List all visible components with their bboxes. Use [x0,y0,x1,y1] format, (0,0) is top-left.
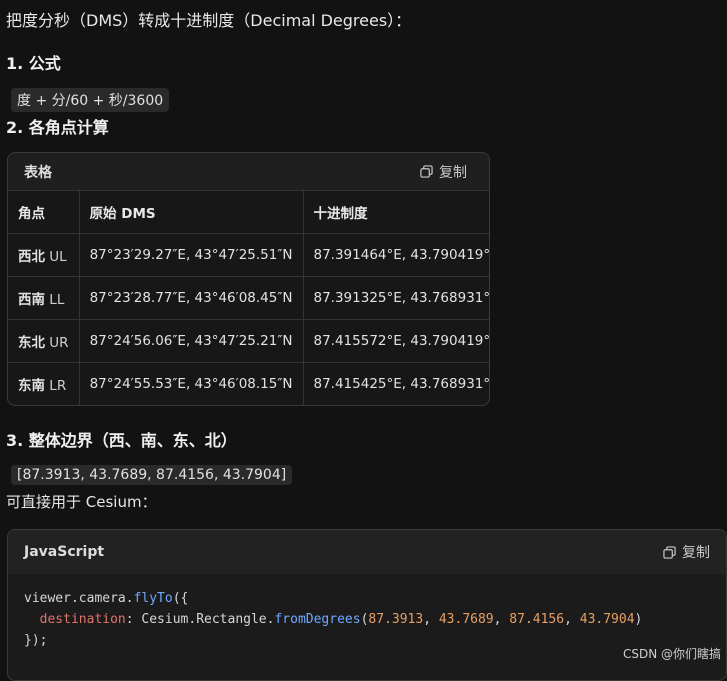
dms-cell: 87°24′55.53″E, 43°46′08.15″N [79,362,304,405]
code-token: , [493,612,510,627]
decimal-cell: 87.391325°E, 43.768931°N [303,276,489,320]
table-card-title: 表格 [24,164,52,181]
corner-code: UR [49,335,69,351]
code-language-label: JavaScript [24,544,105,560]
table-card-header: 表格 复制 [8,153,489,191]
code-copy-button[interactable]: 复制 [663,542,710,562]
code-token: : Cesium.Rectangle. [125,612,275,627]
formula-code: 度 + 分/60 + 秒/3600 [11,88,170,112]
decimal-cell: 87.391464°E, 43.790419°N [303,233,489,277]
section-3-heading: 3. 整体边界（西、南、东、北） [6,431,237,450]
corner-cell: 东南 LR [8,362,80,405]
corner-cell: 西北 UL [8,233,80,277]
dms-cell: 87°23′29.27″E, 43°47′25.51″N [79,233,304,277]
decimal-cell: 87.415572°E, 43.790419°N [303,319,489,363]
bounds-code: [87.3913, 43.7689, 87.4156, 43.7904] [11,465,293,485]
column-header-corner: 角点 [8,191,80,234]
decimal-cell: 87.415425°E, 43.768931°N [313,376,490,392]
coordinates-table: 角点 原始 DMS 十进制度 西北 UL 87°23′29.27″E, 43°4… [8,191,490,405]
code-line-2: destination: Cesium.Rectangle.fromDegree… [24,609,710,630]
code-number: 43.7904 [579,612,635,627]
table-copy-label: 复制 [439,164,467,181]
code-copy-label: 复制 [682,545,710,561]
code-card-header: JavaScript 复制 [8,530,726,574]
code-line-1: viewer.camera.flyTo({ [24,588,710,609]
code-property-destination: destination [39,612,126,627]
code-body: viewer.camera.flyTo({ destination: Cesiu… [8,574,726,671]
corner-name: 东南 [18,378,45,394]
dms-cell: 87°23′28.77″E, 43°46′08.45″N [79,276,304,320]
column-header-dms: 原始 DMS [79,191,304,234]
corner-name: 西北 [18,249,45,265]
corner-code: UL [49,249,67,265]
code-line-3: }); [24,630,710,651]
code-number: 87.4156 [509,612,565,627]
corner-name: 东北 [18,335,45,351]
code-function-fromdegrees: fromDegrees [274,612,361,627]
dms-cell: 87°24′56.06″E, 43°47′25.21″N [79,319,304,363]
table-row: 东北 UR 87°24′56.06″E, 43°47′25.21″N 87.41… [8,319,489,363]
copy-icon [420,165,433,178]
corner-code: LL [49,292,65,308]
corner-name: 西南 [18,292,45,308]
column-header-decimal: 十进制度 [303,191,489,234]
code-token: ({ [172,591,189,606]
corner-cell: 西南 LL [8,276,80,320]
copy-icon [663,545,676,559]
usage-text: 可直接用于 Cesium： [6,493,157,511]
table-copy-button[interactable]: 复制 [420,162,467,182]
corner-code: LR [49,378,67,394]
table-row: 西南 LL 87°23′28.77″E, 43°46′08.45″N 87.39… [8,276,489,320]
corner-cell: 东北 UR [8,319,80,363]
table-header-row: 角点 原始 DMS 十进制度 [8,191,489,234]
code-function-flyto: flyTo [133,591,173,606]
code-card: JavaScript 复制 viewer.camera.flyTo({ dest… [7,529,727,681]
watermark: CSDN @你们瞎搞 [622,647,721,661]
code-token: }); [24,633,48,648]
table-row: 西北 UL 87°23′29.27″E, 43°47′25.51″N 87.39… [8,233,489,277]
code-token: , [423,612,439,627]
code-token: , [564,612,580,627]
code-number: 87.3913 [368,612,424,627]
code-token: viewer.camera. [24,591,134,606]
section-1-heading: 1. 公式 [6,54,61,73]
table-card: 表格 复制 角点 原始 DMS 十进制度 西北 UL 87°23′29.27″E… [7,152,490,406]
section-2-heading: 2. 各角点计算 [6,118,109,137]
intro-text: 把度分秒（DMS）转成十进制度（Decimal Degrees）： [6,11,412,30]
code-token: ) [634,612,643,627]
code-number: 43.7689 [438,612,494,627]
table-row: 东南 LR 87°24′55.53″E, 43°46′08.15″N 87.41… [8,362,490,405]
